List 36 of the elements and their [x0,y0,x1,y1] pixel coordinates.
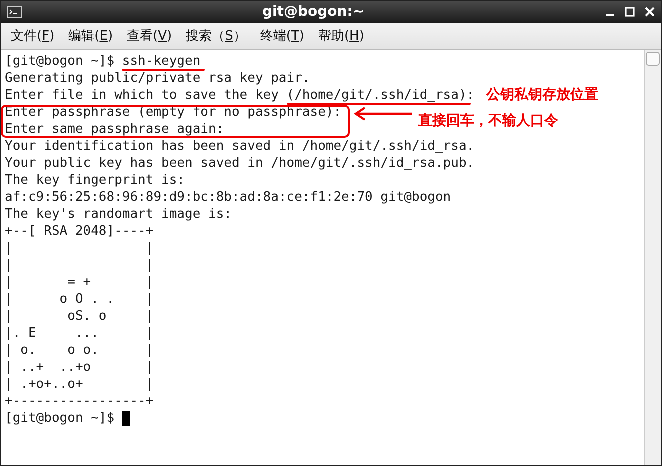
terminal-line: | o O . . | [5,292,154,306]
terminal-line: +--[ RSA 2048]----+ [5,224,154,238]
menu-item[interactable]: 查看(V) [121,24,178,48]
terminal-line: Generating public/private rsa key pair. [5,72,310,86]
terminal-line: +-----------------+ [5,394,154,408]
close-icon[interactable] [645,7,655,17]
terminal-line: | ..+ ..+o | [5,360,154,374]
menu-item[interactable]: 终端(T) [254,24,310,48]
terminal-line: Enter same passphrase again: [5,122,224,136]
terminal-line: | = + | [5,276,154,290]
annotation-label: 直接回车，不输人口令 [418,112,558,130]
annotation-label: 公钥私钥存放位置 [486,87,599,104]
arrow-icon [353,107,414,122]
terminal-line: | | [5,242,154,256]
terminal-line: The key fingerprint is: [5,174,186,188]
terminal-line: [git@bogon ~]$ ssh-keygen [5,54,201,68]
terminal-line: | o. o o. | [5,344,154,358]
menu-item[interactable]: 帮助(H) [312,24,370,48]
terminal-line: The key's randomart image is: [5,208,232,222]
terminal-line: Your identification has been saved in /home/git/.ssh/id_rsa. [5,140,475,154]
menu-item[interactable]: 搜索（S） [180,24,252,48]
terminal-icon [7,6,22,18]
terminal-line: | | [5,258,154,272]
menu-item[interactable]: 编辑(E) [62,24,120,48]
window-title: git@bogon:~ [261,4,366,20]
terminal-line: |. E ... | [5,326,154,340]
scrollbar[interactable] [644,50,661,465]
terminal-line: | .+o+..o+ | [5,378,154,392]
maximize-icon[interactable] [625,7,635,17]
cursor [122,411,130,426]
terminal-line: Your public key has been saved in /home/git/.ssh/id_rsa.pub. [5,156,475,170]
menu-item[interactable]: 文件(F) [5,24,61,48]
terminal-line: Enter file in which to save the key (/home/git/.ssh/id_rsa): [5,88,475,102]
terminal-line: [git@bogon ~]$ [5,412,115,426]
terminal-line: af:c9:56:25:68:96:89:d9:bc:8b:ad:8a:ce:f1:2e:70 git@bogon [5,190,452,204]
terminal-line: | oS. o | [5,310,154,324]
